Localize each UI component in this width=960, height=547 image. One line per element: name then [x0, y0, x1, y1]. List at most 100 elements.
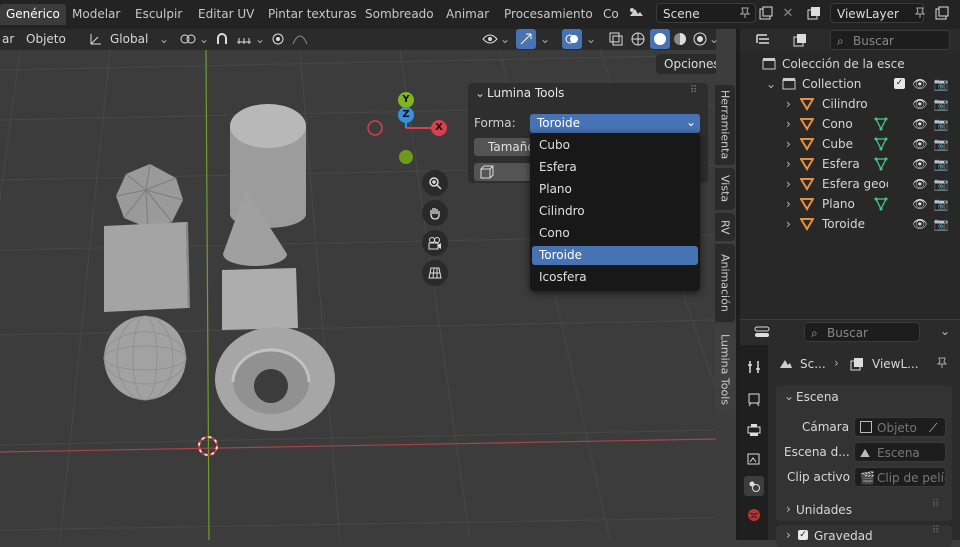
shape-dropdown[interactable]: Toroide ⌄ [530, 114, 700, 133]
outliner-object-row[interactable]: › Esfera 👁 📷 [740, 154, 960, 174]
outliner-object-row[interactable]: › Cono 👁 📷 [740, 114, 960, 134]
proportional-edit-icon[interactable] [268, 29, 288, 49]
eye-icon[interactable]: 👁 [912, 157, 927, 171]
display-mode-icon[interactable] [790, 30, 810, 50]
eyedropper-icon[interactable]: ⟋ [929, 418, 937, 438]
y-axis-ball[interactable]: Y [398, 92, 414, 108]
tab-lumina-tools[interactable]: Lumina Tools [715, 325, 735, 413]
mesh-data-icon[interactable] [874, 157, 888, 171]
outliner-object-row[interactable]: › Plano 👁 📷 [740, 194, 960, 214]
active-clip-field[interactable]: 🎬 Clip de pelíc [854, 467, 946, 487]
camera-render-icon[interactable]: 📷 [934, 197, 949, 211]
tab-editar-uv[interactable]: Editar UV [192, 4, 260, 25]
outliner-object-row[interactable]: › Esfera geode 👁 📷 [740, 174, 960, 194]
camera-render-icon[interactable]: 📷 [934, 117, 949, 131]
drag-handle-icon[interactable]: ⠿ [932, 499, 939, 510]
editor-type-icon[interactable] [754, 30, 774, 50]
create-button[interactable] [474, 163, 534, 181]
falloff-curve-icon[interactable] [290, 29, 310, 49]
menu-add-truncated[interactable]: ar [2, 29, 14, 50]
outliner-search-input[interactable]: ⌕ Buscar [830, 30, 950, 50]
neg-y-axis-ball[interactable] [399, 150, 413, 164]
section-chevron-icon[interactable]: ⌄ [784, 389, 794, 403]
shading-wireframe-icon[interactable] [628, 29, 648, 49]
option-cono[interactable]: Cono [532, 224, 698, 243]
collection-row[interactable]: ⌄ Collection ✓ 👁 📷 [740, 74, 960, 94]
tab-compositing-truncated[interactable]: Co [597, 4, 621, 25]
tab-vista[interactable]: Vista [715, 168, 735, 210]
eye-icon[interactable]: 👁 [912, 137, 927, 151]
expand-chevron-icon[interactable]: › [786, 194, 791, 214]
tab-animar[interactable]: Animar [440, 4, 495, 25]
mesh-data-icon[interactable] [874, 117, 888, 131]
eye-icon[interactable]: 👁 [912, 117, 927, 131]
new-scene-icon[interactable] [756, 3, 776, 23]
expand-chevron-icon[interactable]: › [786, 154, 791, 174]
scene-collection-row[interactable]: Colección de la esce [740, 54, 960, 74]
output-properties-icon[interactable] [744, 420, 764, 440]
camera-view-icon[interactable] [422, 230, 448, 256]
pin-icon[interactable] [936, 357, 948, 372]
gravity-section[interactable]: › ✓ Gravedad ⠿ [776, 525, 952, 547]
pin-icon[interactable] [910, 3, 930, 23]
eye-icon[interactable]: 👁 [912, 197, 927, 211]
gizmo-toggle-icon[interactable] [516, 29, 536, 49]
gravity-checkbox[interactable]: ✓ [798, 530, 808, 540]
tab-generico[interactable]: Genérico [0, 4, 66, 25]
camera-render-icon[interactable]: 📷 [934, 217, 949, 231]
view-layer-browse-icon[interactable] [804, 3, 824, 23]
chevron-down-icon[interactable]: ⌄ [940, 324, 950, 338]
tab-esculpir[interactable]: Esculpir [129, 4, 188, 25]
units-section[interactable]: › Unidades ⠿ [776, 499, 952, 521]
snap-magnet-icon[interactable] [212, 29, 232, 49]
editor-type-icon[interactable] [752, 322, 772, 342]
view-layer-properties-icon[interactable] [744, 448, 764, 468]
camera-render-icon[interactable]: 📷 [934, 97, 949, 111]
shading-rendered-icon[interactable] [690, 29, 710, 49]
x-axis-ball[interactable]: X [431, 120, 447, 136]
eye-icon[interactable]: 👁 [912, 97, 927, 111]
size-field[interactable]: Tamaño [474, 138, 534, 156]
camera-field[interactable]: Objeto ⟋ [854, 417, 946, 437]
scene-browse-icon[interactable] [626, 3, 646, 23]
expand-chevron-icon[interactable]: › [786, 134, 791, 154]
expand-chevron-icon[interactable]: › [786, 94, 791, 114]
background-scene-field[interactable]: ⛰ Escena [854, 442, 946, 462]
tab-animacion[interactable]: Animación [715, 244, 735, 322]
new-view-layer-icon[interactable] [932, 3, 952, 23]
hand-pan-icon[interactable] [422, 200, 448, 226]
xray-icon[interactable] [606, 29, 626, 49]
visibility-eye-icon[interactable] [480, 29, 500, 49]
tab-sombreado[interactable]: Sombreado [359, 4, 440, 25]
world-properties-icon[interactable] [744, 505, 764, 525]
collapse-chevron-icon[interactable]: ⌄ [475, 86, 485, 100]
option-toroide[interactable]: Toroide [532, 246, 698, 265]
eye-icon[interactable]: 👁 [912, 177, 927, 191]
tab-rv[interactable]: RV [715, 213, 735, 241]
mesh-data-icon[interactable] [874, 197, 888, 211]
orientation-dropdown[interactable]: Global [110, 29, 148, 50]
tab-pintar-texturas[interactable]: Pintar texturas [262, 4, 363, 25]
shading-material-icon[interactable] [670, 29, 690, 49]
option-esfera[interactable]: Esfera [532, 158, 698, 177]
tab-modelar[interactable]: Modelar [66, 4, 126, 25]
drag-handle-icon[interactable]: ⠿ [932, 525, 939, 536]
camera-render-icon[interactable]: 📷 [934, 157, 949, 171]
delete-scene-icon[interactable]: ✕ [778, 3, 798, 23]
expand-chevron-icon[interactable]: › [786, 174, 791, 194]
outliner-object-row[interactable]: › Cilindro 👁 📷 [740, 94, 960, 114]
tab-herramienta[interactable]: Herramienta [715, 85, 735, 165]
scene-properties-icon[interactable] [744, 476, 764, 496]
camera-render-icon[interactable]: 📷 [934, 137, 949, 151]
tool-settings-icon[interactable] [744, 357, 764, 377]
menu-objeto[interactable]: Objeto [26, 29, 66, 50]
neg-x-axis-ball[interactable] [367, 120, 383, 136]
eye-icon[interactable]: 👁 [912, 217, 927, 231]
render-properties-icon[interactable] [744, 390, 764, 410]
shading-solid-icon[interactable] [650, 29, 670, 49]
exclude-checkbox[interactable]: ✓ [894, 78, 905, 89]
option-cilindro[interactable]: Cilindro [532, 202, 698, 221]
snap-increment-icon[interactable] [234, 29, 254, 49]
option-plano[interactable]: Plano [532, 180, 698, 199]
properties-search-input[interactable]: ⌕ Buscar [804, 322, 920, 342]
